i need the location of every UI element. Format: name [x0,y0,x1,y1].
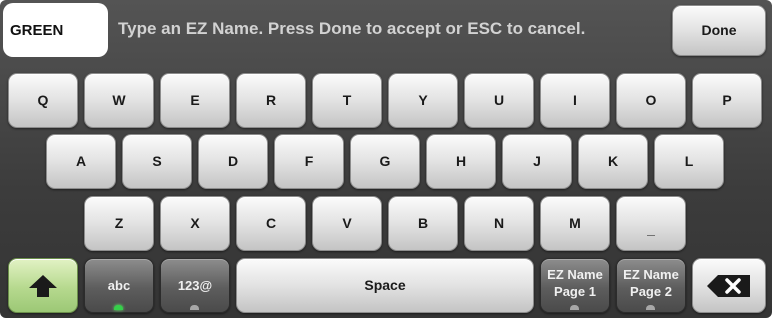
abc-mode-label: abc [107,278,131,293]
abc-mode-indicator [114,305,123,310]
numeric-mode-label: 123@ [177,278,213,293]
instruction-text: Type an EZ Name. Press Done to accept or… [118,19,586,38]
ez-name-keyboard: GREEN Type an EZ Name. Press Done to acc… [0,0,772,318]
numeric-mode-indicator [190,305,199,310]
key-d[interactable]: D [198,134,268,189]
key-w[interactable]: W [84,73,154,128]
key-a[interactable]: A [46,134,116,189]
key-v[interactable]: V [312,196,382,251]
key-u[interactable]: U [464,73,534,128]
ez-name-page1-key[interactable]: EZ Name Page 1 [540,258,610,313]
key-y[interactable]: Y [388,73,458,128]
backspace-icon [707,274,750,297]
done-button[interactable]: Done [672,5,766,56]
up-arrow-icon [29,274,57,297]
key-x[interactable]: X [160,196,230,251]
key-o[interactable]: O [616,73,686,128]
key-q[interactable]: Q [8,73,78,128]
space-key[interactable]: Space [236,258,534,313]
key-j[interactable]: J [502,134,572,189]
shift-key[interactable] [8,258,78,313]
key-l[interactable]: L [654,134,724,189]
key-p[interactable]: P [692,73,762,128]
key-f[interactable]: F [274,134,344,189]
key-t[interactable]: T [312,73,382,128]
key-e[interactable]: E [160,73,230,128]
key-n[interactable]: N [464,196,534,251]
key-g[interactable]: G [350,134,420,189]
numeric-mode-key[interactable]: 123@ [160,258,230,313]
ez-name-page2-indicator [646,305,655,310]
ez-name-page2-key[interactable]: EZ Name Page 2 [616,258,686,313]
backspace-key[interactable] [692,258,766,313]
key-k[interactable]: K [578,134,648,189]
key-z[interactable]: Z [84,196,154,251]
space-key-label: Space [364,277,406,293]
abc-mode-key[interactable]: abc [84,258,154,313]
key-underscore[interactable]: _ [616,196,686,251]
key-m[interactable]: M [540,196,610,251]
key-h[interactable]: H [426,134,496,189]
ez-name-page2-label: EZ Name Page 2 [623,266,679,299]
key-i[interactable]: I [540,73,610,128]
key-c[interactable]: C [236,196,306,251]
ez-name-page1-label: EZ Name Page 1 [547,266,603,299]
key-s[interactable]: S [122,134,192,189]
ez-name-page1-indicator [570,305,579,310]
ez-name-input[interactable]: GREEN [3,3,108,57]
key-b[interactable]: B [388,196,458,251]
key-r[interactable]: R [236,73,306,128]
